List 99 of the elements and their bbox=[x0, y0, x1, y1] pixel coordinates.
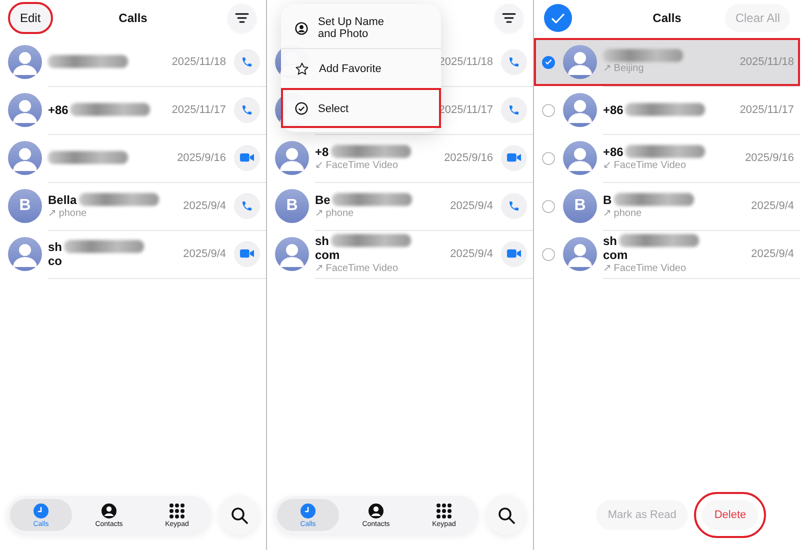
checkmark-icon bbox=[545, 59, 552, 65]
star-icon bbox=[295, 62, 309, 76]
caller-name: sh bbox=[603, 234, 618, 248]
phone-icon bbox=[508, 104, 520, 116]
avatar-silhouette-icon bbox=[275, 237, 309, 271]
call-detail: ↗ phone bbox=[603, 206, 642, 218]
person-circle-icon bbox=[295, 22, 308, 34]
avatar-initial: B bbox=[275, 189, 309, 223]
avatar-initial: B bbox=[8, 189, 42, 223]
selection-radio[interactable] bbox=[542, 104, 555, 116]
select-all-button[interactable] bbox=[544, 4, 572, 32]
call-button[interactable] bbox=[501, 48, 527, 74]
caller-name: +86 bbox=[48, 102, 68, 116]
call-button[interactable] bbox=[234, 192, 260, 218]
call-date: 2025/9/4 bbox=[183, 200, 226, 212]
video-camera-icon bbox=[507, 248, 521, 259]
call-date: 2025/9/4 bbox=[751, 248, 794, 260]
video-call-button[interactable] bbox=[234, 144, 260, 170]
phone-icon bbox=[241, 104, 253, 116]
avatar-silhouette-icon bbox=[563, 93, 597, 127]
avatar-silhouette-icon bbox=[8, 93, 42, 127]
caller-name: Bella bbox=[48, 192, 77, 206]
caller-name: com bbox=[315, 248, 340, 262]
filter-button[interactable] bbox=[228, 4, 256, 32]
person-circle-icon bbox=[368, 502, 384, 518]
call-date: 2025/9/4 bbox=[183, 248, 226, 260]
avatar-silhouette-icon bbox=[563, 237, 597, 271]
call-detail: ↙ FaceTime Video bbox=[315, 158, 398, 170]
search-icon bbox=[498, 506, 514, 524]
keypad-icon bbox=[436, 502, 452, 518]
avatar-silhouette-icon bbox=[563, 141, 597, 175]
filter-icon bbox=[235, 13, 249, 23]
call-date: 2025/9/16 bbox=[444, 152, 493, 164]
video-camera-icon bbox=[507, 152, 521, 163]
call-date: 2025/11/18 bbox=[172, 56, 226, 68]
selection-radio[interactable] bbox=[542, 56, 555, 68]
avatar-silhouette-icon bbox=[563, 45, 597, 79]
call-date: 2025/11/18 bbox=[740, 56, 794, 68]
menu-item[interactable]: Add Favorite bbox=[281, 48, 441, 88]
call-date: 2025/11/17 bbox=[740, 104, 794, 116]
avatar-initial: B bbox=[563, 189, 597, 223]
caller-name: co bbox=[48, 254, 62, 268]
call-date: 2025/11/18 bbox=[438, 56, 493, 68]
search-icon bbox=[230, 506, 248, 524]
call-detail: ↗ Beijing bbox=[603, 62, 644, 74]
checkmark-icon bbox=[551, 12, 565, 24]
phone-icon bbox=[508, 56, 520, 68]
video-camera-icon bbox=[240, 248, 254, 259]
call-date: 2025/9/4 bbox=[751, 200, 794, 212]
call-date: 2025/9/4 bbox=[450, 248, 493, 260]
phone-icon bbox=[241, 56, 253, 68]
call-button[interactable] bbox=[234, 96, 260, 122]
caller-name: +86 bbox=[603, 102, 624, 116]
menu-item[interactable]: Set Up Name and Photo bbox=[281, 8, 441, 48]
avatar-silhouette-icon bbox=[8, 141, 42, 175]
screen-title: Calls bbox=[118, 11, 148, 25]
call-button[interactable] bbox=[234, 48, 260, 74]
call-date: 2025/11/17 bbox=[172, 104, 226, 116]
filter-button[interactable] bbox=[495, 4, 523, 32]
clock-icon bbox=[300, 502, 316, 518]
delete-button[interactable]: Delete bbox=[702, 500, 758, 530]
filter-icon bbox=[502, 13, 516, 23]
avatar-silhouette-icon bbox=[275, 141, 309, 175]
call-detail: ↗ phone bbox=[315, 206, 354, 218]
caller-name: +86 bbox=[603, 144, 624, 158]
selection-radio[interactable] bbox=[542, 152, 555, 164]
person-circle-icon bbox=[101, 502, 117, 518]
caller-name: sh bbox=[315, 234, 330, 248]
video-camera-icon bbox=[240, 152, 254, 163]
call-date: 2025/9/4 bbox=[450, 200, 493, 212]
check-circle-icon bbox=[295, 102, 308, 115]
call-button[interactable] bbox=[501, 192, 527, 218]
caller-name: Be bbox=[315, 192, 330, 206]
selection-radio[interactable] bbox=[542, 248, 555, 260]
avatar-silhouette-icon bbox=[8, 45, 42, 79]
call-date: 2025/9/16 bbox=[177, 152, 226, 164]
call-detail: ↙ FaceTime Video bbox=[603, 158, 686, 170]
call-detail: ↗ FaceTime Video bbox=[603, 262, 686, 274]
call-date: 2025/11/17 bbox=[438, 104, 493, 116]
video-call-button[interactable] bbox=[501, 144, 527, 170]
menu-item[interactable]: Select bbox=[281, 88, 441, 128]
edit-button[interactable]: Edit bbox=[10, 4, 51, 32]
caller-name: sh bbox=[48, 240, 62, 254]
caller-name: +8 bbox=[315, 144, 329, 158]
video-call-button[interactable] bbox=[234, 240, 260, 266]
call-button[interactable] bbox=[501, 96, 527, 122]
screen-title: Calls bbox=[652, 11, 682, 25]
caller-name: com bbox=[603, 248, 628, 262]
keypad-icon bbox=[169, 502, 185, 518]
call-detail: ↗ phone bbox=[48, 206, 87, 218]
clock-icon bbox=[33, 502, 49, 518]
caller-name: B bbox=[603, 192, 612, 206]
phone-icon bbox=[241, 200, 253, 212]
selection-radio[interactable] bbox=[542, 200, 555, 212]
video-call-button[interactable] bbox=[501, 240, 527, 266]
call-date: 2025/9/16 bbox=[745, 152, 794, 164]
call-detail: ↗ FaceTime Video bbox=[315, 262, 398, 274]
avatar-silhouette-icon bbox=[8, 237, 42, 271]
phone-icon bbox=[508, 200, 520, 212]
